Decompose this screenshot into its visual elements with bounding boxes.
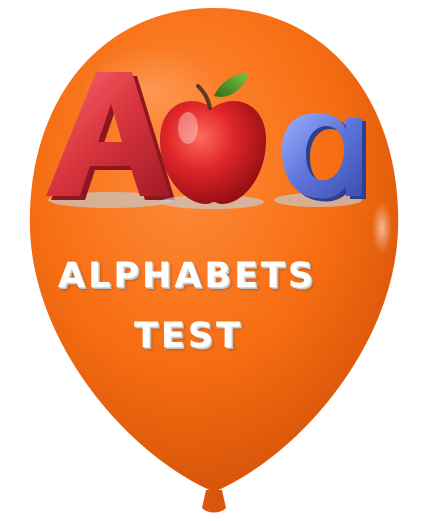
title-line-test: TEST bbox=[134, 316, 243, 356]
balloon-knot bbox=[202, 490, 226, 513]
balloon-highlight bbox=[372, 202, 392, 254]
title-line-alphabets: ALPHABETS bbox=[58, 256, 317, 296]
